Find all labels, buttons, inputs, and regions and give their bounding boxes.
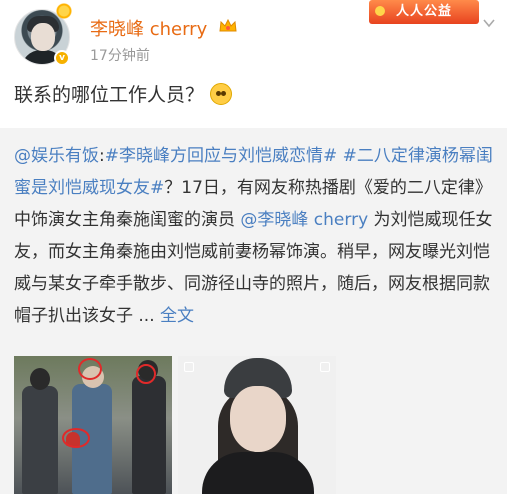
post-content: 联系的哪位工作人员？ — [14, 80, 233, 107]
repost-card[interactable]: @娱乐有饭:#李晓峰方回应与刘恺威恋情# #二八定律演杨幂闺蜜是刘恺威现女友#？… — [0, 128, 507, 494]
expand-icon — [184, 362, 194, 372]
repost-image-1[interactable] — [14, 356, 172, 494]
avatar-face — [31, 23, 55, 51]
repost-text: @娱乐有饭:#李晓峰方回应与刘恺威恋情# #二八定律演杨幂闺蜜是刘恺威现女友#？… — [14, 140, 496, 332]
crown-icon — [219, 18, 237, 32]
repost-image-2[interactable] — [178, 356, 336, 494]
sun-icon — [55, 2, 73, 20]
topic-link-1[interactable]: #李晓峰方回应与刘恺威恋情# — [105, 146, 338, 166]
post-header: v 李晓峰 cherry 17分钟前 人人公益 — [0, 0, 507, 74]
charity-badge[interactable]: 人人公益 — [369, 0, 479, 24]
verified-badge-icon: v — [54, 50, 70, 66]
read-more-link[interactable]: 全文 — [160, 306, 194, 326]
highlight-circle — [78, 358, 102, 380]
star-icon — [375, 6, 385, 16]
highlight-circle — [62, 428, 90, 448]
highlight-circle — [136, 364, 156, 384]
photo-figure — [22, 386, 58, 494]
mention-link[interactable]: @李晓峰 cherry — [240, 210, 368, 230]
post-time: 17分钟前 — [90, 48, 150, 64]
chevron-down-icon[interactable] — [482, 16, 496, 30]
share-icon — [320, 362, 330, 372]
post-text: 联系的哪位工作人员？ — [14, 84, 205, 106]
username[interactable]: 李晓峰 cherry — [90, 15, 207, 41]
photo-figure — [30, 368, 50, 390]
charity-badge-label: 人人公益 — [395, 4, 452, 19]
photo-figure — [132, 376, 166, 494]
repost-author-link[interactable]: @娱乐有饭 — [14, 146, 99, 166]
photo-face — [230, 386, 286, 452]
thinking-emoji-icon — [210, 83, 233, 105]
